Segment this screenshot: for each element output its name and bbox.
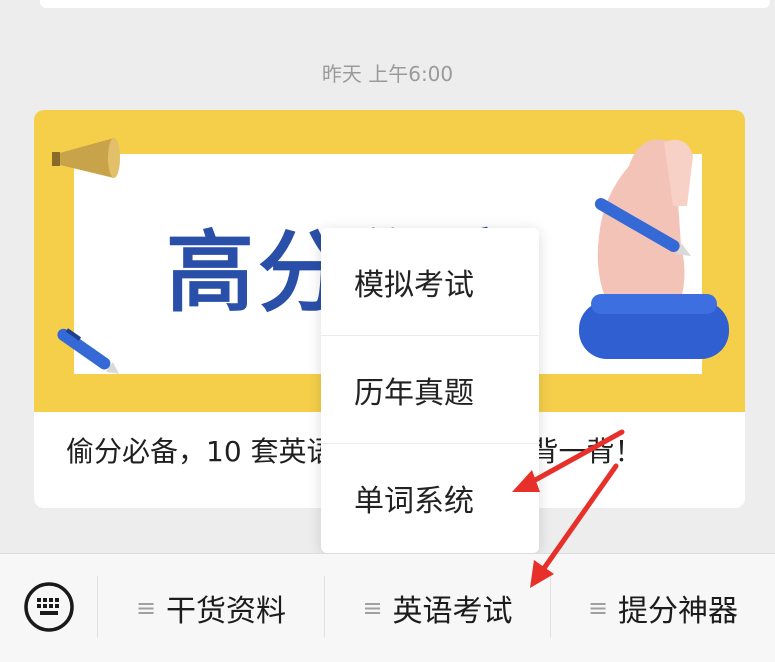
menu-tab-label: 干货资料 (166, 594, 287, 629)
keyboard-icon[interactable] (23, 581, 75, 633)
menu-tab-label: 提分神器 (618, 594, 739, 629)
hand-illustration (579, 139, 729, 359)
menu-lines-icon: ≡ (362, 594, 383, 622)
pen-icon (57, 328, 120, 374)
menu-tab-english-exam[interactable]: ≡ 英语考试 (325, 554, 550, 662)
menu-tab-label: 英语考试 (392, 594, 513, 629)
menu-tab-score-booster[interactable]: ≡ 提分神器 (551, 554, 775, 662)
submenu-popup: 模拟考试 历年真题 单词系统 (321, 228, 539, 553)
chat-timestamp: 昨天 上午6:00 (321, 62, 454, 86)
menu-lines-icon: ≡ (587, 594, 609, 622)
menu-lines-icon: ≡ (135, 594, 157, 622)
menu-tab-resources[interactable]: ≡ 干货资料 (98, 554, 324, 662)
megaphone-icon (52, 138, 120, 178)
previous-message-edge (40, 0, 770, 8)
menu-item-mock-exam[interactable]: 模拟考试 (321, 228, 539, 336)
menu-item-vocabulary-system[interactable]: 单词系统 (321, 444, 539, 552)
official-account-menu-bar: ≡ 干货资料 ≡ 英语考试 ≡ 提分神器 (0, 553, 775, 662)
menu-item-past-papers[interactable]: 历年真题 (321, 336, 539, 444)
